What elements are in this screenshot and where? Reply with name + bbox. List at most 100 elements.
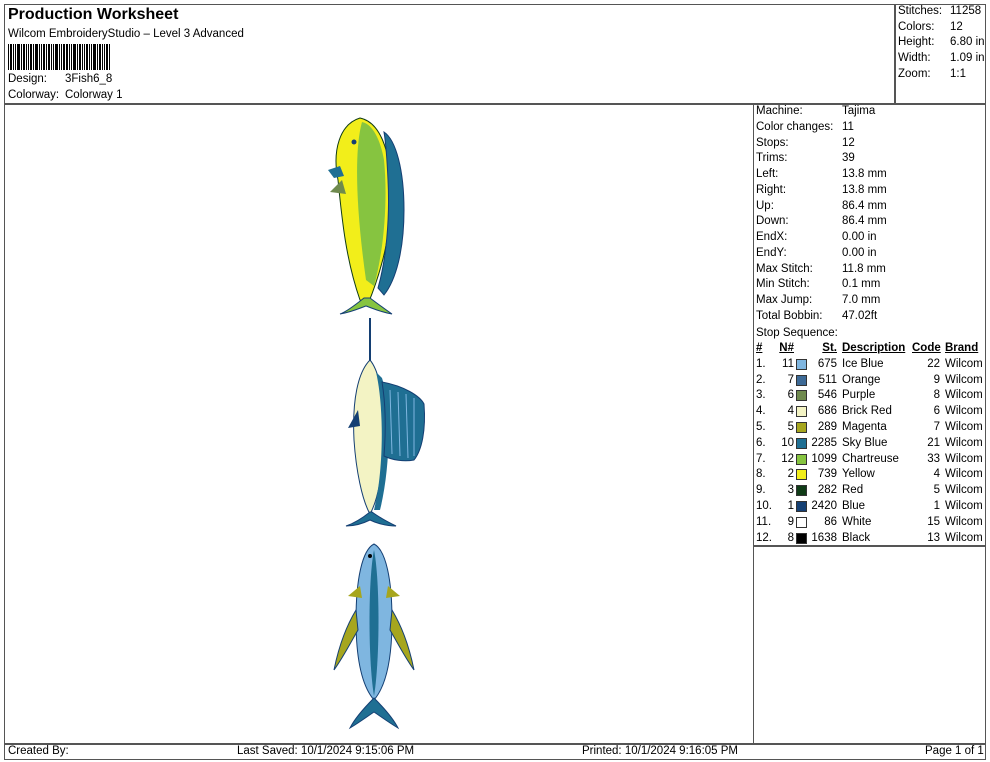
cell-code: 21 — [927, 436, 940, 449]
cell-code: 6 — [933, 405, 940, 418]
machine-info-row: Total Bobbin: 47.02ft — [756, 309, 988, 325]
barcode-bar — [86, 44, 88, 70]
stop-sequence-table: # N# St. Description Code Brand 1. 11 675 Ice Blu… — [756, 341, 986, 547]
machine-info-row: Up: 86.4 mm — [756, 199, 988, 215]
machine-info-label: Down: — [756, 215, 789, 228]
cell-brand: Wilcom — [945, 468, 983, 481]
cell-idx: 4. — [756, 405, 766, 418]
cell-idx: 11. — [756, 515, 772, 528]
cell-st: 2420 — [811, 500, 837, 512]
barcode-bar — [15, 44, 16, 70]
barcode-bar — [93, 44, 96, 70]
barcode-bar — [73, 44, 76, 70]
column-header-idx: # — [756, 342, 763, 354]
cell-code: 7 — [933, 421, 940, 433]
column-header-n: N# — [779, 342, 794, 354]
barcode-bar — [99, 44, 101, 70]
column-header-code: Code — [912, 342, 941, 354]
colorway-value: Colorway 1 — [65, 89, 123, 101]
barcode-bar — [23, 44, 25, 70]
cell-n: 1 — [787, 500, 794, 512]
cell-st: 511 — [818, 373, 837, 386]
cell-st: 86 — [824, 515, 837, 528]
barcode-bar — [61, 44, 62, 70]
printed-date: Printed: 10/1/2024 9:16:05 PM — [582, 745, 738, 757]
color-swatch — [796, 516, 807, 528]
cell-n: 8 — [787, 531, 794, 544]
machine-info-row: Trims: 39 — [756, 151, 988, 167]
machine-info-value: 39 — [842, 152, 855, 165]
cell-idx: 8. — [756, 468, 766, 481]
cell-n: 3 — [787, 484, 794, 497]
cell-code: 1 — [933, 500, 940, 512]
color-swatch — [796, 469, 807, 481]
machine-info-row: Left: 13.8 mm — [756, 167, 988, 183]
summary-list: Stitches: 11258 Colors: 12 Height: 6.80 in Wid… — [898, 4, 985, 100]
barcode-bar — [69, 44, 70, 70]
barcode-bar — [43, 44, 45, 70]
cell-brand: Wilcom — [945, 405, 983, 418]
barcode-bar — [59, 44, 60, 70]
page-number: Page 1 of 1 — [925, 745, 984, 757]
cell-desc: Brick Red — [842, 405, 892, 418]
machine-info-row: Stops: 12 — [756, 136, 988, 152]
barcode-bar — [39, 44, 40, 70]
cell-brand: Wilcom — [945, 373, 983, 386]
cell-brand: Wilcom — [945, 357, 983, 370]
barcode-bar — [17, 44, 20, 70]
cell-idx: 1. — [756, 357, 766, 370]
summary-value: 1.09 in — [950, 52, 985, 65]
barcode-bar — [91, 44, 92, 70]
cell-idx: 6. — [756, 436, 766, 449]
cell-st: 686 — [817, 405, 837, 418]
barcode-bar — [55, 44, 58, 70]
color-swatch — [796, 406, 807, 418]
cell-desc: Yellow — [842, 468, 875, 481]
cell-code: 13 — [927, 531, 940, 544]
machine-info-row: Machine: Tajima — [756, 104, 988, 120]
design-label: Design: — [8, 73, 47, 85]
page-title: Production Worksheet — [8, 6, 179, 23]
stop-sequence-title: Stop Sequence: — [756, 327, 838, 339]
color-swatch — [796, 437, 807, 449]
barcode-bar — [106, 44, 108, 70]
machine-info-row: Max Stitch: 11.8 mm — [756, 262, 988, 278]
cell-desc: Purple — [842, 389, 876, 402]
table-row: 8. 2 739 Yellow 4 Wilcom — [756, 467, 988, 483]
column-header-desc: Description — [842, 342, 906, 354]
design-value: 3Fish6_8 — [65, 73, 113, 85]
machine-info-row: Right: 13.8 mm — [756, 183, 988, 199]
summary-row: Colors: 12 — [898, 20, 984, 36]
cell-n: 2 — [787, 468, 794, 481]
mahi-mahi-fish — [328, 117, 405, 315]
cell-code: 4 — [933, 468, 940, 481]
barcode-bar — [8, 44, 9, 70]
table-row: 9. 3 282 Red 5 Wilcom — [756, 483, 988, 499]
cell-brand: Wilcom — [945, 531, 983, 544]
cell-n: 10 — [781, 436, 794, 449]
cell-st: 2285 — [811, 436, 837, 449]
cell-desc: Sky Blue — [842, 436, 888, 449]
machine-info-row: Max Jump: 7.0 mm — [756, 293, 988, 309]
stop-sequence-header: # N# St. Description Code Brand — [756, 341, 988, 357]
cell-st: 675 — [817, 357, 837, 370]
barcode-bar — [66, 44, 68, 70]
cell-st: 1638 — [811, 531, 837, 544]
summary-label: Zoom: — [898, 67, 931, 80]
summary-row: Height: 6.80 in — [898, 35, 985, 51]
machine-info-value: 0.1 mm — [842, 278, 881, 291]
cell-desc: Magenta — [842, 421, 887, 433]
machine-info-row: EndY: 0.00 in — [756, 246, 988, 262]
machine-info-value: 11.8 mm — [842, 262, 886, 275]
barcode-bar — [104, 44, 105, 70]
cell-idx: 2. — [756, 373, 766, 386]
machine-info: Machine: Tajima Color changes: 11 Stops: 12 Tr… — [756, 104, 984, 326]
cell-desc: Chartreuse — [842, 452, 899, 465]
barcode-bar — [28, 44, 29, 70]
cell-idx: 9. — [756, 484, 766, 497]
summary-value: 6.80 in — [950, 36, 985, 49]
machine-info-label: Max Stitch: — [756, 262, 813, 275]
cell-brand: Wilcom — [945, 436, 983, 449]
cell-n: 5 — [787, 421, 794, 433]
barcode-bar — [109, 44, 110, 70]
